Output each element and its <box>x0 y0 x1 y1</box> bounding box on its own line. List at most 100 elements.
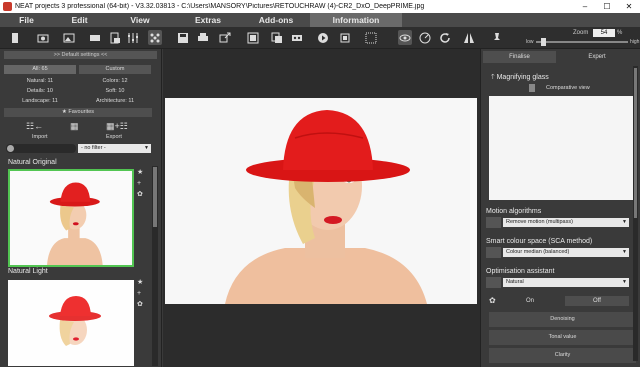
eye-icon[interactable] <box>398 30 412 45</box>
scrollbar-thumb[interactable] <box>153 167 157 227</box>
filter-colors[interactable]: Colors: 12 <box>79 78 151 84</box>
denoising-item[interactable]: Denoising <box>489 312 636 327</box>
batch-icon[interactable] <box>246 30 260 45</box>
copy-icon[interactable] <box>270 30 284 45</box>
play-icon[interactable] <box>316 30 330 45</box>
favourite-star-icon[interactable]: ★ <box>137 278 143 286</box>
gauge-icon[interactable] <box>418 30 432 45</box>
preset-thumbnail-natural-light[interactable] <box>8 280 134 366</box>
export-button[interactable]: Export <box>106 134 122 140</box>
favourite-star-icon[interactable]: ★ <box>137 168 143 176</box>
zoom-slider-handle[interactable] <box>541 38 546 46</box>
add-icon[interactable]: + <box>137 180 141 187</box>
portrait-photo <box>165 98 477 304</box>
filter-architecture[interactable]: Architecture: 11 <box>79 98 151 104</box>
menu-information[interactable]: Information <box>310 13 402 27</box>
tonal-value-item[interactable]: Tonal value <box>489 330 636 345</box>
save-icon[interactable] <box>176 30 190 45</box>
sliders-icon[interactable] <box>126 30 140 45</box>
export-presets-icon[interactable]: ▦+☷ <box>106 121 128 132</box>
raw-icon[interactable] <box>88 30 102 45</box>
clarity-item[interactable]: Clarity <box>489 348 636 363</box>
preset-title: Natural Original <box>8 159 57 166</box>
compare-icon[interactable] <box>529 84 535 92</box>
tab-finalise[interactable]: Finalise <box>483 51 556 63</box>
noise-filter-icon[interactable] <box>148 30 162 45</box>
filter-all-button[interactable]: All: 65 <box>4 65 76 74</box>
assistant-dropdown[interactable]: Natural ▼ <box>503 278 629 287</box>
import-icon[interactable]: ☷← <box>26 121 43 132</box>
clarity-label: Clarity <box>554 352 571 358</box>
settings-scrollbar[interactable] <box>633 66 638 361</box>
refresh-icon[interactable] <box>438 30 452 45</box>
print-icon[interactable] <box>196 30 210 45</box>
toolbar: Zoom 54 % low high <box>0 27 640 49</box>
favourites-button[interactable]: ★ Favourites <box>4 108 152 117</box>
preset-title: Natural Light <box>8 268 48 275</box>
settings-icon[interactable]: ✿ <box>137 300 143 308</box>
sca-dropdown[interactable]: Colour median (balanced) ▼ <box>503 248 629 257</box>
grid-icon[interactable] <box>364 30 378 45</box>
zoom-slider[interactable] <box>536 41 628 43</box>
optimisation-assistant-title: Optimisation assistant <box>486 268 555 275</box>
chevron-down-icon: ▼ <box>144 145 149 151</box>
filter-landscape[interactable]: Landscape: 11 <box>4 98 76 104</box>
filter-soft[interactable]: Soft: 10 <box>79 88 151 94</box>
preset-actions: ★ + ✿ ★ + ✿ <box>137 166 149 367</box>
presets-scrollbar[interactable] <box>152 166 158 366</box>
preset-thumbnail-natural-original[interactable] <box>8 169 134 267</box>
chevron-down-icon: ▼ <box>622 279 627 285</box>
assistant-icon <box>486 277 501 288</box>
menu-bar: File Edit View Extras Add-ons Informatio… <box>0 13 640 27</box>
filter-custom-button[interactable]: Custom <box>79 65 151 74</box>
zoom-control: Zoom 54 % low high <box>508 29 640 47</box>
on-button[interactable]: On <box>503 296 557 306</box>
off-button[interactable]: Off <box>565 296 629 306</box>
close-button[interactable]: ✕ <box>618 0 640 13</box>
preset-photo <box>10 171 132 265</box>
minimize-button[interactable]: – <box>574 0 596 13</box>
camera-icon[interactable] <box>36 30 50 45</box>
zoom-high-label: high <box>630 39 640 45</box>
scrollbar-thumb[interactable] <box>634 68 637 218</box>
menu-edit[interactable]: Edit <box>53 13 106 27</box>
motion-dropdown[interactable]: Remove motion (multipass) ▼ <box>503 218 629 227</box>
settings-icon[interactable]: ✿ <box>137 190 143 198</box>
menu-file[interactable]: File <box>0 13 53 27</box>
default-settings-header[interactable]: >> Default settings << <box>4 51 157 59</box>
tab-expert[interactable]: Expert <box>559 51 635 63</box>
zoom-low-label: low <box>526 39 534 45</box>
assistant-dropdown-value: Natural <box>506 279 524 285</box>
document-icon[interactable] <box>108 30 122 45</box>
filter-dropdown-value: - no filter - <box>81 145 106 151</box>
magnifying-glass-view[interactable] <box>489 96 636 200</box>
presets-icon[interactable]: ▦ <box>70 121 79 132</box>
main-image[interactable] <box>165 98 477 304</box>
export-icon[interactable] <box>218 30 232 45</box>
menu-extras[interactable]: Extras <box>174 13 242 27</box>
menu-addons[interactable]: Add-ons <box>242 13 310 27</box>
split-view-icon[interactable] <box>462 30 476 45</box>
filter-toggle[interactable] <box>6 144 76 153</box>
open-icon[interactable] <box>8 30 22 45</box>
import-button[interactable]: Import <box>32 134 48 140</box>
comparative-view-label[interactable]: Comparative view <box>546 85 590 91</box>
app-window: NEAT projects 3 professional (64-bit) - … <box>0 0 640 367</box>
film-icon[interactable] <box>290 30 304 45</box>
filter-details[interactable]: Details: 10 <box>4 88 76 94</box>
images-icon[interactable] <box>62 30 76 45</box>
add-icon[interactable]: + <box>137 290 141 297</box>
motion-algorithms-title: Motion algorithms <box>486 208 542 215</box>
zoom-label: Zoom <box>573 30 589 36</box>
presets-panel: >> Default settings << All: 65 Custom Na… <box>0 49 162 367</box>
motion-dropdown-value: Remove motion (multipass) <box>506 219 573 225</box>
zoom-input[interactable]: 54 <box>593 29 615 37</box>
denoising-label: Denoising <box>550 316 575 322</box>
maximize-button[interactable]: ☐ <box>596 0 618 13</box>
filter-natural[interactable]: Natural: 11 <box>4 78 76 84</box>
filter-dropdown[interactable]: - no filter - ▼ <box>78 144 151 153</box>
menu-view[interactable]: View <box>106 13 174 27</box>
zoom-unit: % <box>617 30 623 36</box>
pin-icon[interactable] <box>490 30 504 45</box>
stop-icon[interactable] <box>338 30 352 45</box>
